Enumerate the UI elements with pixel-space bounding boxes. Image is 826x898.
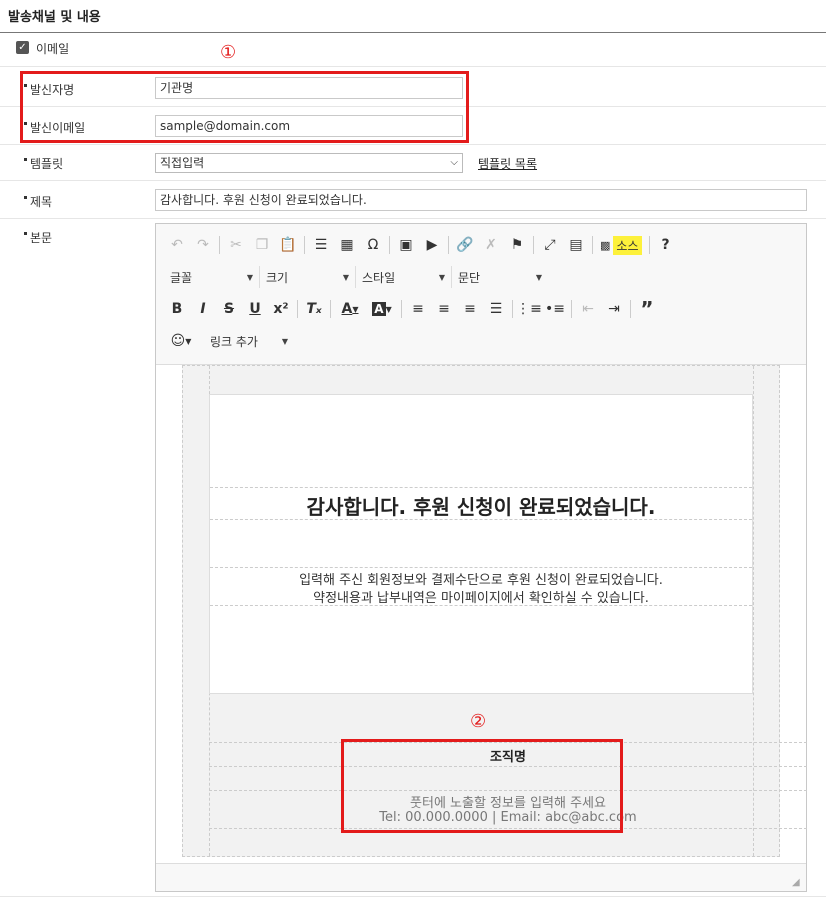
toolbar-separator <box>401 300 402 318</box>
source-button[interactable]: ▩ 소스 <box>596 233 646 257</box>
paragraph-combo[interactable]: 문단 ▼ <box>452 266 548 288</box>
toolbar-separator <box>330 300 331 318</box>
template-label: 템플릿 <box>23 157 64 171</box>
bold-icon[interactable]: B <box>164 297 190 321</box>
email-checkbox-label[interactable]: 이메일 <box>36 40 69 57</box>
email-channel-row: ✓ 이메일 <box>0 33 826 67</box>
special-char-icon[interactable]: Ω <box>360 233 386 257</box>
toolbar-row-1: ↶ ↷ ✂ ❐ 📋 ☰ ▦ Ω ▣ ▶ 🔗 ✗ ⚑ ⤢ ▤ ▩ 소스 ? <box>164 232 679 258</box>
style-combo[interactable]: 스타일 ▼ <box>356 266 452 288</box>
chevron-down-icon: ▼ <box>246 272 253 282</box>
section-title: 발송채널 및 내용 <box>8 10 101 25</box>
background-color-icon[interactable]: A ▼ <box>366 297 398 321</box>
paste-icon[interactable]: 📋 <box>275 233 301 257</box>
align-left-icon[interactable]: ≡ <box>405 297 431 321</box>
template-selected-value: 직접입력 <box>160 156 205 170</box>
toolbar-row-4: ☺ ▼ 링크 추가 ▼ <box>164 328 294 354</box>
blockquote-icon[interactable]: ” <box>634 297 660 321</box>
body-label: 본문 <box>23 231 53 245</box>
size-combo-label: 크기 <box>266 270 289 285</box>
toolbar-separator <box>533 236 534 254</box>
anchor-flag-icon[interactable]: ⚑ <box>504 233 530 257</box>
emoji-icon[interactable]: ☺ ▼ <box>164 329 198 353</box>
numbered-list-icon[interactable]: ⋮≡ <box>516 297 542 321</box>
email-body-line-1: 입력해 주신 회원정보와 결제수단으로 후원 신청이 완료되었습니다. <box>299 573 663 588</box>
toolbar-separator <box>571 300 572 318</box>
chevron-down-icon: ▼ <box>535 272 542 282</box>
copy-icon[interactable]: ❐ <box>249 233 275 257</box>
toolbar-separator <box>304 236 305 254</box>
resize-handle-icon[interactable]: ◢ <box>792 877 802 888</box>
toolbar-separator <box>592 236 593 254</box>
undo-icon[interactable]: ↶ <box>164 233 190 257</box>
style-combo-label: 스타일 <box>362 270 396 285</box>
toolbar-separator <box>512 300 513 318</box>
font-combo-label: 글꼴 <box>170 270 193 285</box>
link-add-combo[interactable]: 링크 추가 ▼ <box>204 330 294 352</box>
outdent-icon[interactable]: ⇤ <box>575 297 601 321</box>
superscript-icon[interactable]: x² <box>268 297 294 321</box>
email-body-table: 감사합니다. 후원 신청이 완료되었습니다. 입력해 주신 회원정보와 결제수단… <box>209 394 753 694</box>
chevron-down-icon: ⌵ <box>450 157 458 168</box>
source-button-label: 소스 <box>613 235 642 255</box>
strikethrough-icon[interactable]: S <box>216 297 242 321</box>
remove-format-icon[interactable]: Tₓ <box>301 297 327 321</box>
text-color-icon[interactable]: A ▼ <box>334 297 366 321</box>
redo-icon[interactable]: ↷ <box>190 233 216 257</box>
toolbar-row-3: B I S U x² Tₓ A ▼ A ▼ ≡ ≡ ≡ ☰ ⋮≡ •≡ ⇤ ⇥ ” <box>164 296 660 322</box>
subject-input[interactable]: 감사합니다. 후원 신청이 완료되었습니다. <box>155 189 807 211</box>
email-body-line-2: 약정내용과 납부내역은 마이페이지에서 확인하실 수 있습니다. <box>313 591 649 606</box>
font-combo[interactable]: 글꼴 ▼ <box>164 266 260 288</box>
paragraph-combo-label: 문단 <box>458 270 481 285</box>
form-bottom-divider <box>0 896 826 897</box>
show-blocks-icon[interactable]: ▤ <box>563 233 589 257</box>
toolbar-separator <box>448 236 449 254</box>
source-icon: ▩ <box>600 238 611 252</box>
toolbar-separator <box>630 300 631 318</box>
maximize-icon[interactable]: ⤢ <box>537 233 563 257</box>
annotation-box-footer <box>341 739 623 833</box>
link-icon[interactable]: 🔗 <box>452 233 478 257</box>
chevron-down-icon: ▼ <box>342 272 349 282</box>
align-right-icon[interactable]: ≡ <box>457 297 483 321</box>
template-list-link[interactable]: 템플릿 목록 <box>478 155 537 172</box>
table-icon[interactable]: ▦ <box>334 233 360 257</box>
email-heading: 감사합니다. 후원 신청이 완료되었습니다. <box>306 495 656 519</box>
annotation-marker-2: ② <box>470 711 487 732</box>
template-select[interactable]: 직접입력 ⌵ <box>155 153 463 173</box>
bullet-list-icon[interactable]: •≡ <box>542 297 568 321</box>
unlink-icon[interactable]: ✗ <box>478 233 504 257</box>
align-justify-icon[interactable]: ☰ <box>483 297 509 321</box>
annotation-box-sender <box>20 71 469 143</box>
cell-border <box>210 487 752 488</box>
horizontal-rule-icon[interactable]: ☰ <box>308 233 334 257</box>
indent-icon[interactable]: ⇥ <box>601 297 627 321</box>
link-add-label: 링크 추가 <box>210 334 258 349</box>
chevron-down-icon: ▼ <box>438 272 445 282</box>
help-icon[interactable]: ? <box>653 233 679 257</box>
toolbar-separator <box>219 236 220 254</box>
toolbar-separator <box>648 236 650 254</box>
toolbar-separator <box>297 300 298 318</box>
align-center-icon[interactable]: ≡ <box>431 297 457 321</box>
video-icon[interactable]: ▶ <box>419 233 445 257</box>
toolbar-row-2: 글꼴 ▼ 크기 ▼ 스타일 ▼ 문단 ▼ <box>164 264 548 290</box>
image-icon[interactable]: ▣ <box>393 233 419 257</box>
italic-icon[interactable]: I <box>190 297 216 321</box>
email-checkbox[interactable]: ✓ <box>16 41 29 54</box>
toolbar-separator <box>389 236 390 254</box>
cut-icon[interactable]: ✂ <box>223 233 249 257</box>
cell-border <box>210 567 752 568</box>
chevron-down-icon: ▼ <box>281 336 288 346</box>
subject-row: 제목 감사합니다. 후원 신청이 완료되었습니다. <box>0 181 826 219</box>
size-combo[interactable]: 크기 ▼ <box>260 266 356 288</box>
annotation-marker-1: ① <box>220 42 237 63</box>
underline-icon[interactable]: U <box>242 297 268 321</box>
subject-label: 제목 <box>23 195 53 209</box>
